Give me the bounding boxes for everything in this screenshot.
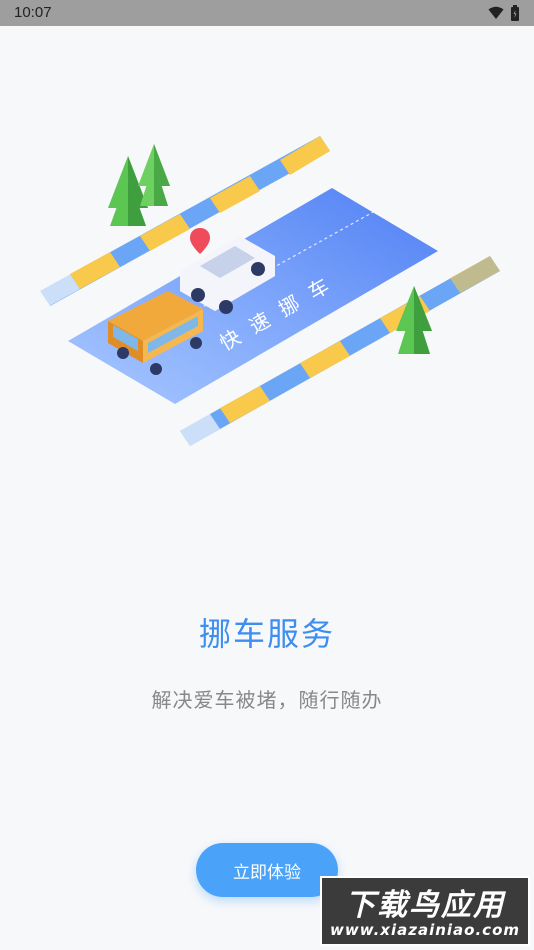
battery-icon xyxy=(511,5,519,21)
parking-illustration: 快速挪车 xyxy=(30,136,500,446)
try-now-button[interactable]: 立即体验 xyxy=(196,843,338,897)
status-icons xyxy=(488,5,520,21)
watermark-title: 下载鸟应用 xyxy=(345,888,505,923)
status-bar: 10:07 xyxy=(0,0,534,26)
tree-icon xyxy=(108,156,148,226)
status-time: 10:07 xyxy=(14,4,52,21)
location-pin-icon xyxy=(190,228,210,254)
watermark-url: www.xiazainiao.com xyxy=(329,921,521,939)
page-subtitle: 解决爱车被堵，随行随办 xyxy=(151,688,383,712)
wifi-icon xyxy=(488,6,504,19)
watermark-logo: 下载鸟应用 www.xiazainiao.com xyxy=(320,876,530,946)
onboarding-page: 快速挪车 挪车服务 解决爱车被堵，随行随办 xyxy=(0,26,534,950)
page-title: 挪车服务 xyxy=(198,615,335,653)
